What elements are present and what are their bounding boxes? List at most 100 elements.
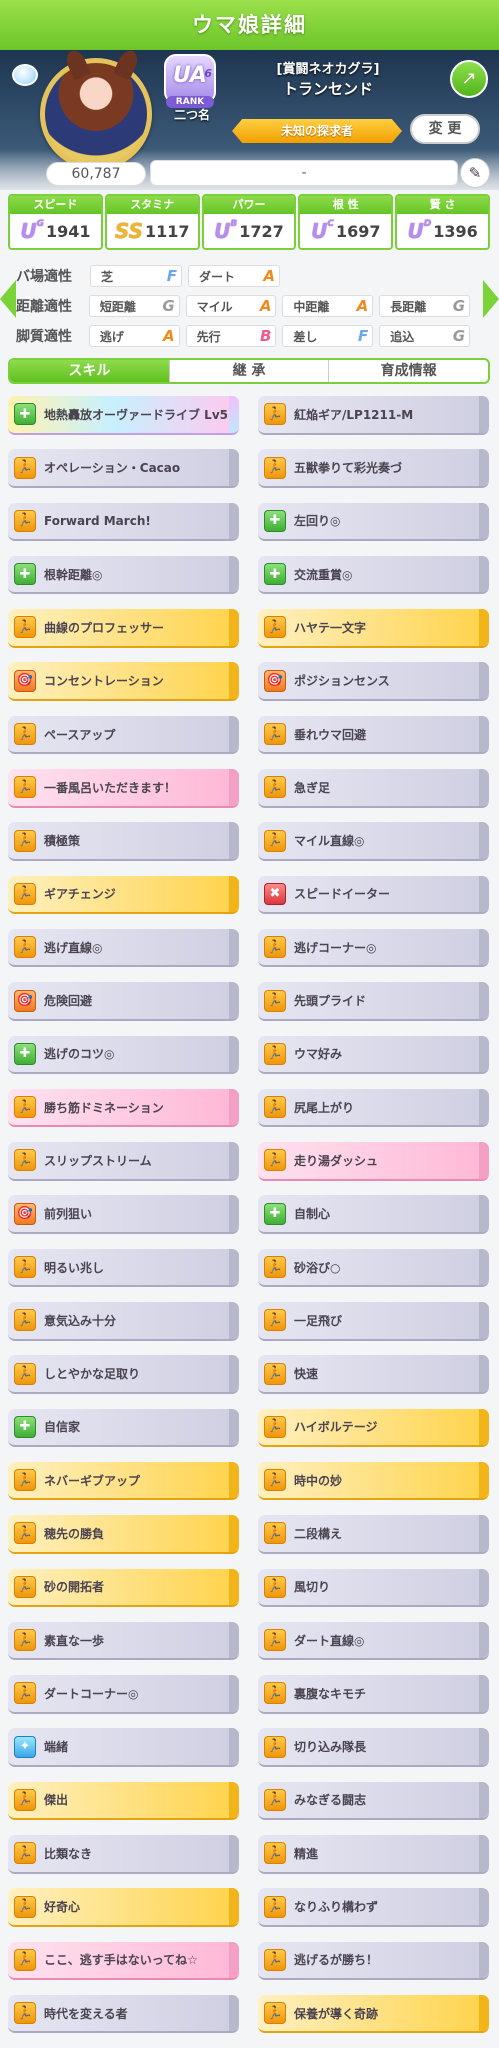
skill-item[interactable]: 🏃 一番風呂いただきます！ [8,769,239,808]
stat-grade-sub: B [230,219,238,229]
skill-item[interactable]: ✚ 根幹距離◎ [8,555,239,595]
aptitude-cell: 逃げ A [88,325,180,347]
skill-item[interactable]: 🏃 明るい兆し [8,1248,239,1288]
skill-item[interactable]: 🏃 Forward March! [8,502,239,542]
stat-header: スタミナ [106,196,198,214]
skill-item[interactable]: 🏃 なりふり構わず [258,1888,489,1927]
aptitude-grade: F [357,327,369,345]
skill-item[interactable]: 🏃 風切り [258,1568,489,1608]
skill-item[interactable]: 🏃 尻尾上がり [258,1088,489,1128]
orb-icon[interactable] [12,64,38,86]
skill-name: ハヤテ一文字 [294,620,367,635]
skill-item[interactable]: 🏃 ハヤテ一文字 [258,609,489,648]
skill-item[interactable]: 🏃 快速 [258,1355,489,1394]
skill-icon: 🏃 [14,1895,36,1918]
stat-grade: UB [214,219,238,243]
skill-item[interactable]: ✚ 地熱轟放オーヴァードライブ Lv5 [8,396,239,435]
skill-item[interactable]: 🎯 ポジションセンス [258,662,489,701]
skill-item[interactable]: 🎯 危険回避 [8,982,239,1021]
stat-header: スピード [10,196,101,214]
skill-name: 紅焔ギア/LP1211-M [294,407,414,422]
skill-item[interactable]: 🏃 保養が導く奇跡 [258,1994,489,2034]
skill-item[interactable]: 🏃 精進 [258,1835,489,1874]
aptitude-name: 追込 [390,329,415,344]
skill-item[interactable]: ✖ スピードイーター [258,875,489,915]
stat-value: 1117 [144,221,190,241]
skill-item[interactable]: 🏃 ハイボルテージ [258,1408,489,1448]
fan-count: 60,787 [46,162,146,186]
skill-item[interactable]: 🏃 素直な一歩 [8,1621,239,1661]
aptitude-grade: G [452,327,466,345]
skill-icon: 🎯 [14,989,36,1012]
aptitude-grade: F [166,267,177,285]
skill-item[interactable]: 🏃 五獣拳りて彩光奏づ [258,449,489,488]
skill-item[interactable]: 🏃 好奇心 [8,1888,239,1927]
stat-label: スタミナ [130,198,175,211]
skill-item[interactable]: 🏃 意気込み十分 [8,1302,239,1341]
skill-item[interactable]: ✚ 交流重賞◎ [258,555,489,595]
skill-icon: 🏃 [14,456,36,479]
skill-item[interactable]: 🏃 時中の妙 [258,1461,489,1501]
share-button[interactable]: ↗ [450,60,488,98]
tab-0[interactable]: スキル [10,360,169,382]
skill-item[interactable]: 🏃 逃げコーナー◎ [258,928,489,968]
skill-icon: 🏃 [14,1842,36,1865]
skill-item[interactable]: 🏃 二段構え [258,1515,489,1554]
skill-item[interactable]: ✚ 逃げのコツ◎ [8,1035,239,1075]
skill-item[interactable]: 🏃 ここ、逃す手はないってね☆ [8,1941,239,1981]
skill-item[interactable]: 🏃 紅焔ギア/LP1211-M [258,396,489,435]
skill-item[interactable]: 🏃 マイル直線◎ [258,822,489,861]
next-arrow-icon[interactable] [483,280,499,318]
skill-item[interactable]: 🏃 垂れウマ回避 [258,715,489,755]
skill-item[interactable]: 🏃 比類なき [8,1835,239,1874]
skill-name: 垂れウマ回避 [294,727,367,742]
skill-item[interactable]: ✦ 端緒 [8,1728,239,1767]
skill-icon: 🏃 [264,1948,286,1971]
skill-item[interactable]: 🏃 一足飛び [258,1302,489,1341]
aptitude-name: 先行 [196,329,221,344]
skill-icon: 🏃 [264,1096,286,1119]
skill-item[interactable]: 🏃 ダートコーナー◎ [8,1675,239,1714]
skill-item[interactable]: 🏃 勝ち筋ドミネーション [8,1088,239,1128]
skill-item[interactable]: 🏃 砂浴び○ [258,1248,489,1288]
skill-item[interactable]: 🏃 ウマ好み [258,1035,489,1075]
skill-item[interactable]: 🏃 ダート直線◎ [258,1621,489,1661]
aptitude-row: 脚質適性 逃げ A 先行 B 差し F 追込 G [16,322,476,350]
skill-item[interactable]: 🏃 逃げるが勝ち！ [258,1941,489,1981]
skill-item[interactable]: ✚ 左回り◎ [258,502,489,542]
skill-item[interactable]: 🏃 穂先の勝負 [8,1515,239,1554]
skill-item[interactable]: 🏃 急ぎ足 [258,769,489,808]
skill-item[interactable]: 🎯 コンセントレーション [8,662,239,701]
skill-item[interactable]: ✚ 自信家 [8,1408,239,1448]
skill-item[interactable]: 🏃 曲線のプロフェッサー [8,609,239,648]
skill-item[interactable]: 🏃 逃げ直線◎ [8,928,239,968]
skill-item[interactable]: 🏃 傑出 [8,1781,239,1821]
skill-item[interactable]: 🏃 砂の開拓者 [8,1568,239,1608]
skill-item[interactable]: 🏃 走り湯ダッシュ [258,1142,489,1181]
skill-item[interactable]: 🏃 裏腹なキモチ [258,1675,489,1714]
skill-item[interactable]: 🏃 積極策 [8,822,239,861]
tab-1[interactable]: 継 承 [168,360,329,382]
skill-item[interactable]: 🏃 ギアチェンジ [8,875,239,915]
skill-item[interactable]: 🏃 しとやかな足取り [8,1355,239,1394]
skill-name: みなぎる闘志 [294,1793,367,1808]
skill-item[interactable]: 🏃 ペースアップ [8,715,239,755]
tab-2[interactable]: 育成情報 [328,360,488,382]
skill-item[interactable]: 🏃 オペレーション・Cacao [8,449,239,488]
skill-name: 左回り◎ [294,514,341,529]
skill-item[interactable]: 🎯 前列狙い [8,1195,239,1234]
skill-icon: 🏃 [14,1149,36,1172]
stat-body: SS 1117 [107,214,198,248]
skill-icon: ✚ [264,563,286,586]
previous-arrow-icon[interactable] [0,280,16,318]
change-epithet-button[interactable]: 変 更 [410,114,480,144]
skill-item[interactable]: ✚ 自制心 [258,1195,489,1234]
skill-item[interactable]: 🏃 切り込み隊長 [258,1728,489,1767]
skill-item[interactable]: 🏃 先頭プライド [258,982,489,1021]
edit-memo-button[interactable]: ✎ [460,158,490,188]
skill-item[interactable]: 🏃 時代を変える者 [8,1994,239,2034]
skill-item[interactable]: 🏃 スリップストリーム [8,1142,239,1181]
skill-item[interactable]: 🏃 みなぎる闘志 [258,1781,489,1821]
skill-icon: 🏃 [264,1629,286,1652]
skill-item[interactable]: 🏃 ネバーギブアップ [8,1461,239,1501]
